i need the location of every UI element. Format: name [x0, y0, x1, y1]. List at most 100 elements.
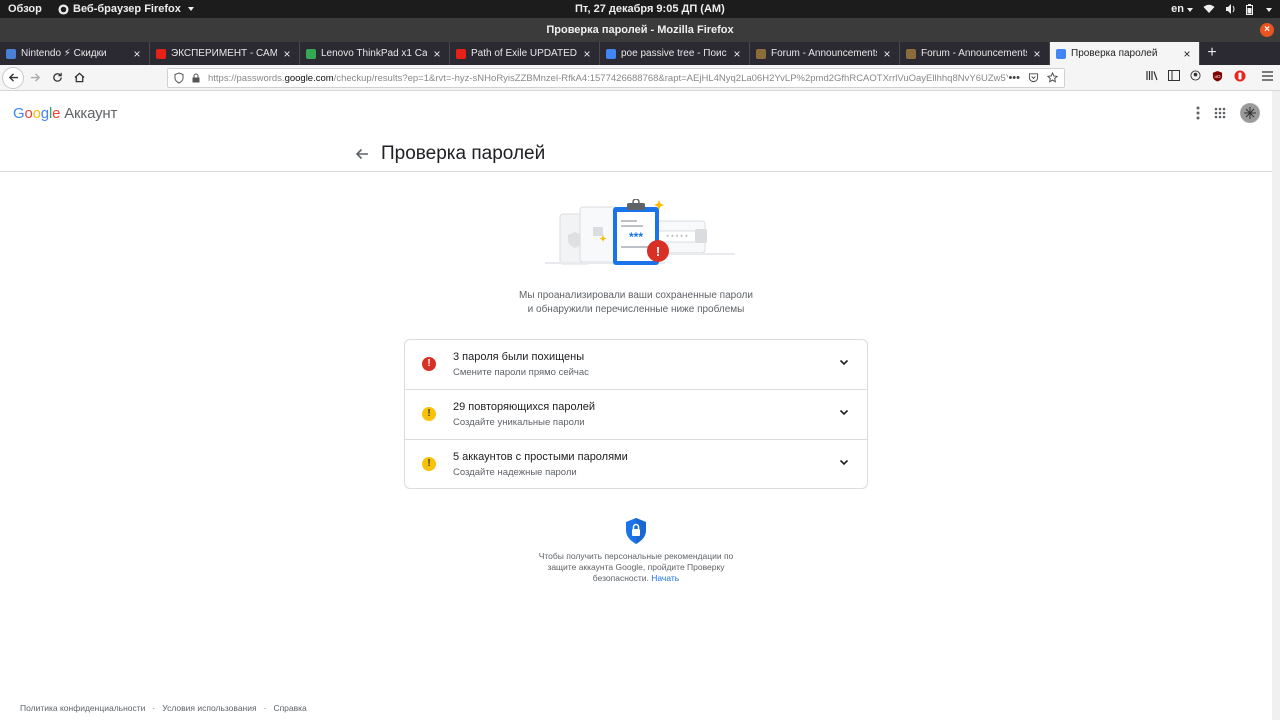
more-vert-icon[interactable] [1196, 106, 1200, 120]
shield-icon[interactable] [173, 72, 185, 84]
browser-tab[interactable]: poe passive tree - Поиск в × [600, 42, 750, 65]
close-tab-icon[interactable]: × [1031, 47, 1043, 61]
url-text[interactable]: https://passwords.google.com/checkup/res… [208, 73, 1008, 84]
expand-chevron-icon[interactable] [839, 357, 849, 367]
window-title: Проверка паролей - Mozilla Firefox [546, 24, 734, 36]
activities-button[interactable]: Обзор [0, 3, 52, 15]
tab-favicon-icon [6, 48, 16, 59]
reload-button[interactable] [46, 67, 68, 89]
tab-title: Lenovo ThinkPad x1 Carbon [321, 48, 427, 59]
page-actions-icon[interactable]: ••• [1008, 72, 1020, 84]
account-icon[interactable] [1189, 69, 1202, 82]
browser-tab[interactable]: Lenovo ThinkPad x1 Carbon × [300, 42, 450, 65]
issue-subtitle: Смените пароли прямо сейчас [453, 367, 589, 378]
arrow-right-icon [30, 73, 40, 82]
footer-separator: · [263, 703, 267, 713]
security-shield-icon [626, 518, 646, 544]
back-button[interactable] [2, 66, 24, 89]
issue-title: 3 пароля были похищены [453, 351, 585, 363]
google-account-logo[interactable]: Google Аккаунт [13, 105, 117, 122]
close-tab-icon[interactable]: × [281, 47, 293, 61]
browser-tab[interactable]: Path of Exile UPDATED Beg × [450, 42, 600, 65]
new-tab-button[interactable]: + [1200, 42, 1224, 65]
intro-line-1: Мы проанализировали ваши сохраненные пар… [519, 290, 753, 301]
extension-icon[interactable] [1233, 69, 1246, 82]
security-note-text: Чтобы получить персональные рекомендации… [538, 551, 734, 583]
tab-favicon-icon [1056, 48, 1066, 59]
close-tab-icon[interactable]: × [431, 47, 443, 61]
language-indicator[interactable]: en [1171, 3, 1193, 15]
scrollbar[interactable] [1272, 91, 1280, 720]
issue-subtitle: Создайте уникальные пароли [453, 417, 585, 428]
logo-letter: G [13, 105, 25, 122]
tab-favicon-icon [306, 48, 316, 59]
home-button[interactable] [68, 67, 90, 89]
terms-link[interactable]: Условия использования [162, 703, 256, 713]
library-icon[interactable] [1145, 69, 1158, 82]
web-page: Google Аккаунт Проверка паролей * * * * * [0, 91, 1272, 720]
back-arrow-icon[interactable] [355, 147, 369, 161]
volume-icon[interactable] [1225, 4, 1236, 14]
issue-row[interactable]: ! 5 аккаунтов с простыми паролями Создайте… [405, 440, 867, 490]
chevron-down-icon [187, 7, 194, 11]
close-tab-icon[interactable]: × [131, 47, 143, 61]
browser-tab[interactable]: Проверка паролей × [1050, 42, 1200, 65]
bookmark-star-icon[interactable] [1047, 72, 1058, 83]
url-bar[interactable]: https://passwords.google.com/checkup/res… [167, 68, 1065, 88]
expand-chevron-icon[interactable] [839, 407, 849, 417]
system-top-bar: Обзор Веб-браузер Firefox Пт, 27 декабря… [0, 0, 1280, 18]
apps-grid-icon[interactable] [1214, 107, 1226, 119]
pocket-icon[interactable] [1028, 72, 1039, 83]
tab-strip: Nintendo ⚡ Скидки × ЭКСПЕРИМЕНТ - САМОГОН ×… [0, 42, 1280, 65]
ublock-icon[interactable]: uO [1211, 69, 1224, 82]
warning-icon: ! [422, 457, 436, 471]
page-title: Проверка паролей [381, 143, 546, 164]
close-tab-icon[interactable]: × [881, 47, 893, 61]
close-tab-icon[interactable]: × [581, 47, 593, 61]
home-icon [73, 72, 85, 83]
avatar[interactable] [1240, 103, 1260, 123]
battery-icon[interactable] [1246, 3, 1253, 15]
svg-text:* * * * *: * * * * * [666, 235, 688, 242]
error-icon: ! [422, 357, 436, 371]
lock-icon[interactable] [190, 72, 202, 84]
google-account-header: Google Аккаунт [0, 91, 1272, 135]
tab-title: Forum - Announcements - [771, 48, 877, 59]
system-menu[interactable] [1263, 3, 1272, 15]
browser-tab[interactable]: Nintendo ⚡ Скидки × [0, 42, 150, 65]
logo-account-label: Аккаунт [64, 105, 118, 122]
tab-favicon-icon [606, 48, 616, 59]
start-security-checkup-link[interactable]: Начать [651, 573, 679, 583]
expand-chevron-icon[interactable] [839, 457, 849, 467]
issue-row[interactable]: ! 29 повторяющихся паролей Создайте уникал… [405, 390, 867, 440]
wifi-icon[interactable] [1203, 4, 1215, 14]
logo-letter: e [52, 105, 61, 122]
url-prefix: https://passwords. [208, 72, 285, 84]
svg-text:***: *** [629, 230, 643, 244]
window-title-bar: Проверка паролей - Mozilla Firefox × [0, 18, 1280, 42]
help-link[interactable]: Справка [273, 703, 306, 713]
browser-tab[interactable]: Forum - Announcements - × [750, 42, 900, 65]
hamburger-menu-icon[interactable] [1261, 69, 1274, 82]
privacy-policy-link[interactable]: Политика конфиденциальности [20, 703, 145, 713]
app-menu-label: Веб-браузер Firefox [73, 3, 181, 15]
close-tab-icon[interactable]: × [731, 47, 743, 61]
tab-title: Проверка паролей [1071, 48, 1158, 59]
issue-row[interactable]: ! 3 пароля были похищены Смените пароли пр… [405, 340, 867, 390]
clock[interactable]: Пт, 27 декабря 9:05 ДП (AM) [575, 3, 725, 15]
url-domain: google.com [284, 72, 334, 84]
browser-tab[interactable]: Forum - Announcements - × [900, 42, 1050, 65]
sidebar-icon[interactable] [1167, 69, 1180, 82]
app-menu[interactable]: Веб-браузер Firefox [58, 3, 194, 15]
logo-letter: g [40, 105, 49, 122]
issue-title: 5 аккаунтов с простыми паролями [453, 451, 628, 463]
reload-icon [52, 72, 62, 82]
password-checkup-illustration: * * * * * *** ! [545, 199, 735, 265]
tab-favicon-icon [906, 48, 916, 59]
close-window-button[interactable]: × [1260, 23, 1274, 37]
browser-tab[interactable]: ЭКСПЕРИМЕНТ - САМОГОН × [150, 42, 300, 65]
close-tab-icon[interactable]: × [1181, 47, 1193, 61]
security-checkup-note: Чтобы получить персональные рекомендации… [530, 551, 742, 584]
footer-separator: · [152, 703, 156, 713]
forward-button[interactable] [24, 67, 46, 89]
